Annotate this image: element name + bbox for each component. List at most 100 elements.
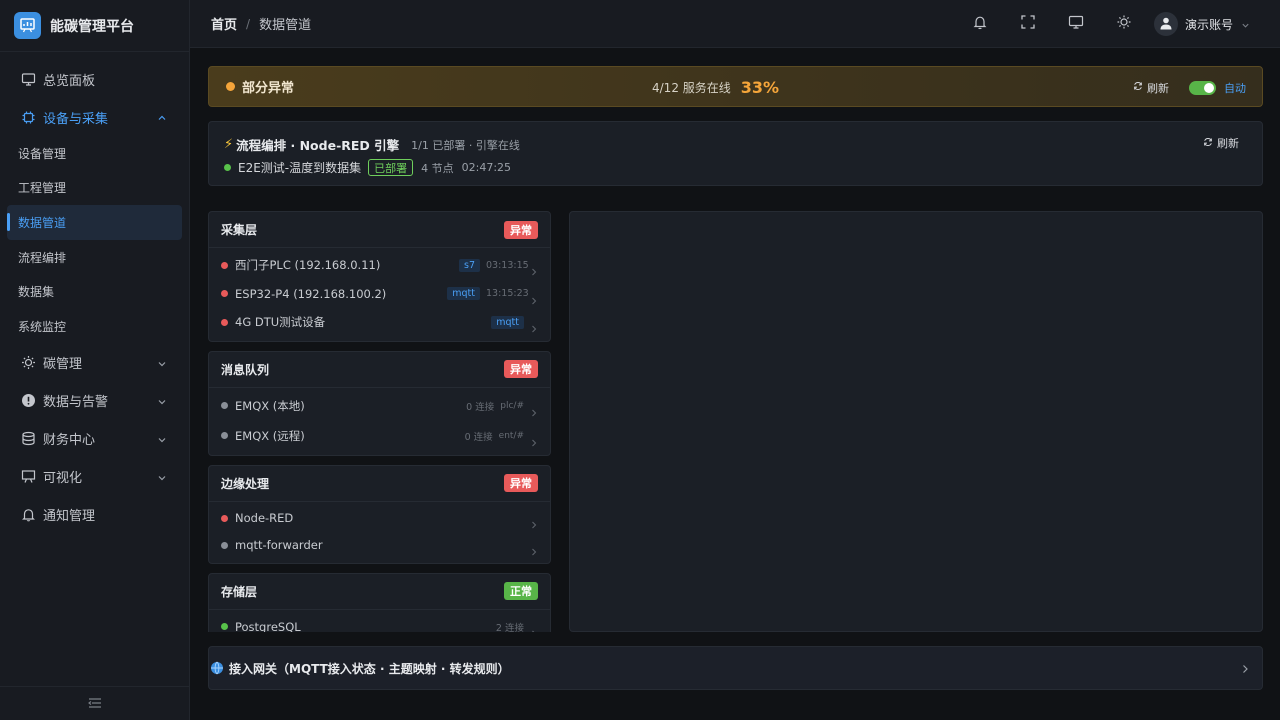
connection-count: 2 连接 (495, 622, 524, 632)
list-item[interactable]: mqtt-forwarder (209, 532, 550, 559)
service-name: 西门子PLC (192.168.0.11) (235, 258, 381, 273)
avatar (1153, 12, 1178, 36)
topic-filter: plc/# (500, 400, 524, 411)
chevron-right-icon (530, 290, 538, 305)
status-dot (221, 432, 228, 439)
fullscreen-button[interactable] (1004, 0, 1052, 48)
account-menu[interactable]: 演示账号 (1153, 12, 1250, 36)
flow-item[interactable]: E2E测试-温度到数据集 已部署 4 节点 02:47:25 (224, 159, 511, 176)
sidebar-item-label: 通知管理 (43, 509, 96, 525)
theme-toggle-button[interactable] (1100, 0, 1148, 48)
chevron-right-icon (530, 261, 538, 276)
status-dot (221, 290, 228, 298)
service-name: EMQX (本地) (235, 398, 305, 413)
refresh-label: 刷新 (1217, 137, 1239, 150)
online-percent: 33% (740, 78, 780, 97)
service-name: mqtt-forwarder (235, 538, 323, 552)
list-item[interactable]: Node-RED (209, 505, 550, 532)
list-item[interactable]: PostgreSQL 2 连接 (209, 613, 550, 632)
notifications-button[interactable] (956, 0, 1004, 48)
flow-header: ⚡ 流程编排 · Node-RED 引擎 1/1 已部署 · 引擎在线 (224, 135, 520, 154)
account-name: 演示账号 (1184, 17, 1233, 32)
chevron-right-icon (530, 541, 538, 556)
list-item[interactable]: ESP32-P4 (192.168.100.2) mqtt 13:15:23 (209, 280, 550, 309)
protocol-tag: s7 (459, 258, 480, 272)
chevron-right-icon (530, 432, 538, 446)
auto-refresh-toggle[interactable] (1189, 80, 1216, 95)
chevron-down-icon (157, 358, 167, 368)
layer-header: 消息队列 异常 (209, 352, 550, 388)
sidebar-item-label: 设备与采集 (43, 111, 109, 127)
list-item[interactable]: EMQX (远程) 0 连接 ent/# (209, 421, 550, 451)
sidebar: 能碳管理平台 总览面板 设备与采集 设备管理 工程管理 数据管道 流程编排 数据… (0, 0, 190, 720)
status-indicator-dot (226, 82, 235, 91)
sidebar-subitem-device-management[interactable]: 设备管理 (0, 136, 189, 171)
sidebar-subitem-project-management[interactable]: 工程管理 (0, 171, 189, 206)
user-icon (1159, 15, 1173, 34)
gateway-section-toggle[interactable]: 接入网关（MQTT接入状态 · 主题映射 · 转发规则） (208, 646, 1263, 690)
chevron-right-icon (530, 514, 538, 529)
layer-title: 采集层 (221, 223, 258, 237)
chip-icon (20, 109, 36, 125)
layer-title: 边缘处理 (221, 476, 270, 491)
flow-meta: 1/1 已部署 · 引擎在线 (411, 138, 520, 152)
pipeline-detail-panel (569, 211, 1263, 632)
topbar: 首页 / 数据管道 演示账号 (190, 0, 1280, 48)
sidebar-item-visualization[interactable]: 可视化 (0, 458, 189, 496)
sidebar-item-notifications[interactable]: 通知管理 (0, 496, 189, 534)
sidebar-item-overview[interactable]: 总览面板 (0, 60, 189, 98)
breadcrumb-separator: / (246, 16, 251, 31)
online-count: 4/12 服务在线 (652, 81, 731, 95)
service-name: EMQX (远程) (235, 428, 305, 443)
fullscreen-icon (1020, 14, 1036, 34)
status-badge: 正常 (504, 582, 538, 600)
status-dot (221, 402, 228, 409)
sidebar-subitem-flow-orchestration[interactable]: 流程编排 (0, 240, 189, 275)
pipeline-layers: 采集层 异常 西门子PLC (192.168.0.11) s7 03:13:15… (208, 211, 551, 632)
sidebar-item-finance[interactable]: 财务中心 (0, 420, 189, 458)
layer-card-message-queue: 消息队列 异常 EMQX (本地) 0 连接 plc/# EMQX (远程) 0… (208, 350, 551, 456)
deployed-badge: 已部署 (368, 159, 414, 176)
status-dot (221, 623, 228, 631)
status-title: 部分异常 (242, 81, 295, 96)
bell-icon (20, 507, 36, 523)
list-item[interactable]: 西门子PLC (192.168.0.11) s7 03:13:15 (209, 251, 550, 280)
service-name: Node-RED (235, 511, 294, 525)
list-item[interactable]: 4G DTU测试设备 mqtt (209, 308, 550, 337)
sun-icon (1116, 14, 1132, 34)
brand[interactable]: 能碳管理平台 (0, 0, 189, 52)
monitor-icon (20, 71, 36, 87)
service-name: 4G DTU测试设备 (235, 315, 326, 330)
status-dot (221, 318, 228, 326)
status-actions: 刷新 自动 (1133, 67, 1246, 108)
screen-mode-button[interactable] (1052, 0, 1100, 48)
collapse-sidebar-button[interactable] (0, 686, 190, 720)
chevron-right-icon (530, 318, 538, 333)
layer-title: 消息队列 (221, 362, 270, 377)
service-name: PostgreSQL (235, 619, 301, 632)
chevron-right-icon (1240, 659, 1250, 678)
sidebar-item-label: 可视化 (43, 471, 83, 487)
layer-body: Node-RED mqtt-forwarder (209, 502, 550, 563)
presentation-icon (20, 469, 36, 485)
sidebar-item-data-alerts[interactable]: 数据与告警 (0, 382, 189, 420)
breadcrumb-home[interactable]: 首页 (211, 14, 237, 33)
layer-header: 存储层 正常 (209, 574, 550, 610)
status-refresh-button[interactable]: 刷新 (1133, 80, 1169, 96)
refresh-icon (1203, 137, 1217, 150)
status-badge: 异常 (504, 220, 538, 239)
flow-refresh-button[interactable]: 刷新 (1203, 135, 1239, 151)
layer-body: PostgreSQL 2 连接 (209, 610, 550, 632)
list-item[interactable]: EMQX (本地) 0 连接 plc/# (209, 391, 550, 421)
sidebar-subitem-system-monitor[interactable]: 系统监控 (0, 309, 189, 344)
status-dot (221, 541, 228, 549)
sidebar-subitem-datasets[interactable]: 数据集 (0, 274, 189, 309)
sidebar-item-devices[interactable]: 设备与采集 (0, 98, 189, 136)
sidebar-subitem-data-pipeline[interactable]: 数据管道 (7, 205, 182, 240)
layer-card-storage: 存储层 正常 PostgreSQL 2 连接 (208, 572, 551, 632)
status-dot (221, 261, 228, 269)
sidebar-menu: 总览面板 设备与采集 设备管理 工程管理 数据管道 流程编排 数据集 系统监控 … (0, 52, 189, 534)
status-dot (221, 514, 228, 522)
sidebar-item-carbon[interactable]: 碳管理 (0, 344, 189, 382)
sidebar-item-label: 总览面板 (43, 73, 96, 89)
